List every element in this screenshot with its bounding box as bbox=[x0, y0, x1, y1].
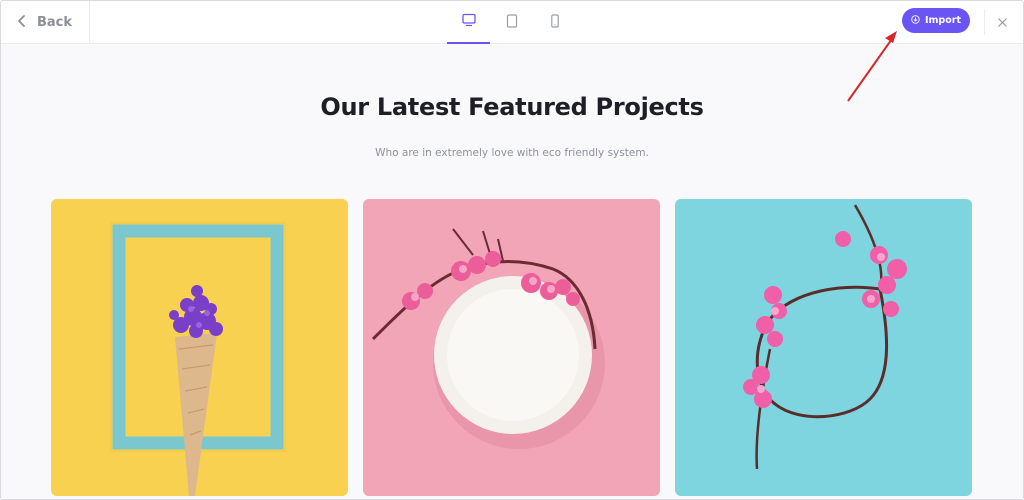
import-label: Import bbox=[925, 15, 961, 26]
back-label: Back bbox=[37, 15, 73, 30]
project-image-blossom-circle bbox=[675, 199, 972, 496]
close-button[interactable] bbox=[991, 10, 1013, 32]
template-preview-window: Back Import Our Latest Featured Projects… bbox=[0, 0, 1024, 500]
section-heading: Our Latest Featured Projects bbox=[320, 93, 704, 121]
preview-content: Our Latest Featured Projects Who are in … bbox=[1, 45, 1023, 499]
project-image-flowers-cone bbox=[51, 199, 348, 496]
desktop-icon bbox=[461, 12, 476, 31]
device-switcher bbox=[447, 1, 576, 44]
section-subheading: Who are in extremely love with eco frien… bbox=[375, 147, 649, 159]
back-button[interactable]: Back bbox=[1, 1, 90, 44]
preview-toolbar: Back Import bbox=[1, 1, 1023, 44]
chevron-left-icon bbox=[17, 14, 27, 31]
import-button[interactable]: Import bbox=[902, 8, 970, 33]
close-icon bbox=[997, 12, 1007, 31]
desktop-view-button[interactable] bbox=[447, 1, 490, 44]
download-icon bbox=[911, 14, 920, 27]
project-image-plate-blossom bbox=[363, 199, 660, 496]
project-card-1[interactable] bbox=[51, 199, 348, 496]
mobile-view-button[interactable] bbox=[533, 1, 576, 44]
toolbar-divider bbox=[984, 9, 985, 35]
tablet-view-button[interactable] bbox=[490, 1, 533, 44]
project-card-2[interactable] bbox=[363, 199, 660, 496]
mobile-icon bbox=[548, 13, 562, 32]
project-card-3[interactable] bbox=[675, 199, 972, 496]
tablet-icon bbox=[505, 13, 519, 32]
